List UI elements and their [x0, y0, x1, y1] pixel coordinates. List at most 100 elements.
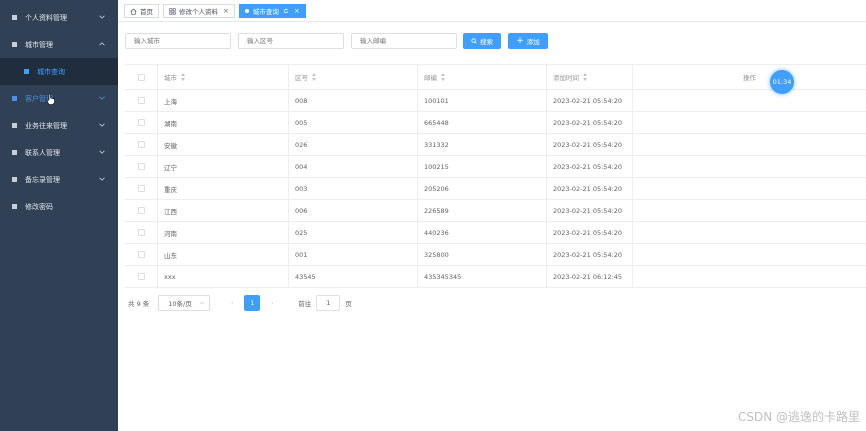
row-checkbox[interactable] [137, 163, 145, 170]
search-button-label: 搜索 [480, 38, 493, 46]
postcode-cell: 435345345 [424, 272, 462, 281]
actions-cell [633, 200, 866, 221]
column-header-actions: 操作 [743, 74, 756, 82]
sidebar-item-business[interactable]: 业务往来管理 [0, 112, 118, 139]
chevron-down-icon [99, 123, 105, 127]
menu-icon [24, 69, 29, 74]
table-body: 上海 008 100101 2023-02-21 05:54:20 湖南 005 66544… [125, 90, 866, 288]
added-time-cell: 2023-02-21 05:54:20 [553, 184, 623, 193]
district-cell: 026 [295, 140, 308, 149]
chevron-up-icon [99, 42, 105, 46]
tab-edit-profile[interactable]: 修改个人资料 × [163, 4, 235, 18]
tab-bar: 首页 修改个人资料 × 城市查询 × [118, 0, 866, 22]
sort-icon[interactable] [583, 73, 587, 81]
menu-icon [12, 42, 17, 47]
column-header-postcode[interactable]: 邮编 [418, 65, 547, 89]
page-size-select[interactable]: 10条/页 [158, 295, 211, 311]
table-row[interactable]: 重庆 003 205206 2023-02-21 05:54:20 [125, 178, 866, 200]
actions-cell [633, 134, 866, 155]
postcode-cell: 440236 [424, 228, 449, 237]
goto-label: 前往 [298, 300, 312, 308]
chevron-down-icon [99, 15, 105, 19]
current-page-button[interactable]: 1 [244, 295, 261, 311]
table-row[interactable]: 辽宁 004 100215 2023-02-21 05:54:20 [125, 156, 866, 178]
sidebar-item-label: 城市查询 [37, 67, 65, 76]
select-all-checkbox[interactable] [137, 73, 145, 81]
actions-cell [633, 266, 866, 287]
sidebar-item-password[interactable]: 修改密码 [0, 193, 118, 220]
row-checkbox[interactable] [137, 229, 145, 236]
district-cell: 008 [295, 96, 308, 105]
row-checkbox[interactable] [137, 119, 145, 126]
next-page-button[interactable]: › [264, 295, 280, 311]
goto-page-input[interactable]: 1 [316, 295, 341, 311]
city-cell: 上海 [164, 97, 177, 106]
table-row[interactable]: xxx 43545 435345345 2023-02-21 06:12:45 [125, 266, 866, 288]
table-row[interactable]: 山东 001 325800 2023-02-21 05:54:20 [125, 244, 866, 266]
column-header-district[interactable]: 区号 [289, 65, 418, 89]
postcode-cell: 100101 [424, 96, 449, 105]
table-row[interactable]: 江西 006 226589 2023-02-21 05:54:20 [125, 200, 866, 222]
timer-badge: 01:34 [770, 70, 794, 94]
added-time-cell: 2023-02-21 05:54:20 [553, 140, 623, 149]
watermark: CSDN @逃逸的卡路里 [737, 410, 860, 424]
table-row[interactable]: 河南 025 440236 2023-02-21 05:54:20 [125, 222, 866, 244]
main-content: 首页 修改个人资料 × 城市查询 × 搜索 + 添加 城市 区号 [118, 0, 866, 431]
refresh-icon[interactable] [283, 8, 289, 14]
postcode-cell: 226589 [424, 206, 449, 215]
add-button[interactable]: + 添加 [508, 33, 548, 49]
city-cell: xxx [164, 272, 176, 281]
table-row[interactable]: 湖南 005 665448 2023-02-21 05:54:20 [125, 112, 866, 134]
tab-city-query[interactable]: 城市查询 × [238, 4, 306, 18]
close-icon[interactable]: × [223, 7, 229, 15]
sidebar-item-label: 个人资料管理 [25, 13, 67, 22]
total-count: 共 9 条 [128, 300, 150, 308]
district-cell: 43545 [295, 272, 316, 281]
added-time-cell: 2023-02-21 06:12:45 [553, 272, 623, 281]
prev-page-button[interactable]: ‹ [224, 295, 240, 311]
tab-label: 城市查询 [252, 8, 279, 16]
sort-icon[interactable] [181, 73, 185, 81]
added-time-cell: 2023-02-21 05:54:20 [553, 162, 623, 171]
city-search-input[interactable] [125, 33, 231, 49]
sort-icon[interactable] [441, 73, 445, 81]
search-button[interactable]: 搜索 [463, 33, 501, 49]
district-search-input[interactable] [238, 33, 344, 49]
actions-cell [633, 156, 866, 177]
sidebar-item-memo[interactable]: 备忘录管理 [0, 166, 118, 193]
district-cell: 005 [295, 118, 308, 127]
city-cell: 江西 [164, 207, 177, 216]
tab-label: 首页 [140, 8, 153, 16]
row-checkbox[interactable] [137, 207, 145, 214]
postcode-search-input[interactable] [351, 33, 457, 49]
column-header-added-time[interactable]: 添加时间 [547, 65, 633, 89]
sidebar-item-city-query[interactable]: 城市查询 [0, 58, 118, 85]
postcode-cell: 100215 [424, 162, 449, 171]
table-row[interactable]: 上海 008 100101 2023-02-21 05:54:20 [125, 90, 866, 112]
active-dot-icon [244, 9, 249, 13]
chevron-down-icon [99, 177, 105, 181]
actions-cell [633, 112, 866, 133]
row-checkbox[interactable] [137, 273, 145, 280]
column-header-city[interactable]: 城市 [158, 65, 289, 89]
row-checkbox[interactable] [137, 141, 145, 148]
city-cell: 重庆 [164, 185, 177, 194]
city-table: 城市 区号 邮编 添加时间 操作 上海 008 100101 2023-02-21 0… [125, 64, 866, 288]
row-checkbox[interactable] [137, 251, 145, 258]
sort-icon[interactable] [312, 73, 316, 81]
home-icon [130, 8, 137, 15]
row-checkbox[interactable] [137, 97, 145, 104]
sidebar-item-profile[interactable]: 个人资料管理 [0, 4, 118, 31]
table-row[interactable]: 安徽 026 331332 2023-02-21 05:54:20 [125, 134, 866, 156]
added-time-cell: 2023-02-21 05:54:20 [553, 206, 623, 215]
postcode-cell: 205206 [424, 184, 449, 193]
close-icon[interactable]: × [294, 7, 300, 15]
tab-home[interactable]: 首页 [124, 4, 159, 18]
sidebar-item-customer[interactable]: 客户管理 [0, 85, 118, 112]
add-button-label: 添加 [526, 38, 540, 46]
sidebar-item-contacts[interactable]: 联系人管理 [0, 139, 118, 166]
sidebar-item-city-management[interactable]: 城市管理 [0, 31, 118, 58]
row-checkbox[interactable] [137, 185, 145, 192]
menu-icon [12, 204, 17, 209]
search-icon [471, 38, 477, 44]
